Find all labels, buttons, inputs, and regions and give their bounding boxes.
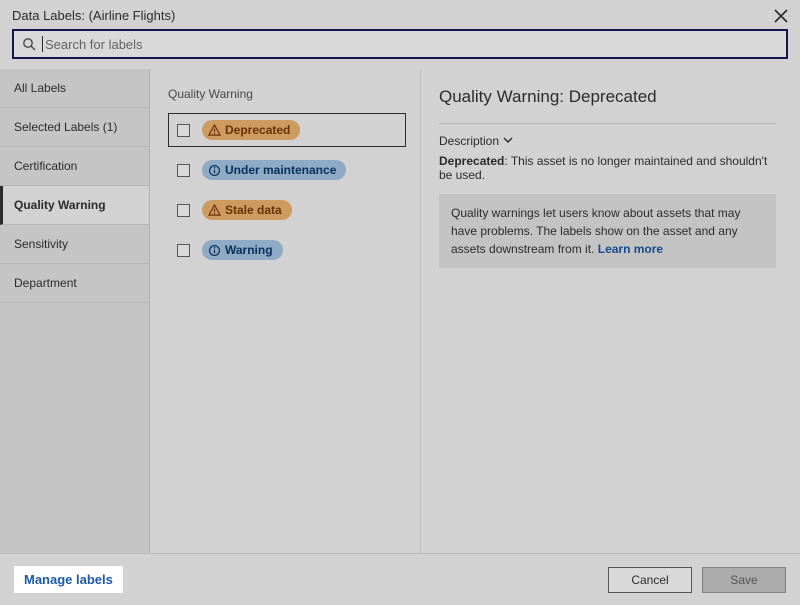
- sidebar-item-label: Certification: [14, 159, 77, 173]
- info-box-text: Quality warnings let users know about as…: [451, 206, 740, 256]
- info-icon: [208, 164, 221, 177]
- label-pill: Stale data: [202, 200, 292, 220]
- sidebar-item-quality-warning[interactable]: Quality Warning: [0, 186, 149, 225]
- label-row-stale-data[interactable]: Stale data: [168, 193, 406, 227]
- learn-more-link[interactable]: Learn more: [598, 242, 663, 256]
- sidebar-item-label: Sensitivity: [14, 237, 68, 251]
- sidebar-item-department[interactable]: Department: [0, 264, 149, 303]
- checkbox[interactable]: [177, 204, 190, 217]
- warning-icon: [208, 204, 221, 217]
- label-pill-text: Stale data: [225, 203, 282, 217]
- description-toggle[interactable]: Description: [439, 134, 513, 148]
- description-toggle-label: Description: [439, 134, 499, 148]
- manage-labels-link[interactable]: Manage labels: [14, 566, 123, 593]
- checkbox[interactable]: [177, 164, 190, 177]
- cancel-button[interactable]: Cancel: [608, 567, 692, 593]
- checkbox[interactable]: [177, 244, 190, 257]
- label-list-column: Quality Warning Deprecated Under mainten…: [150, 69, 420, 553]
- label-pill: Deprecated: [202, 120, 300, 140]
- category-sidebar: All Labels Selected Labels (1) Certifica…: [0, 69, 150, 553]
- dialog-body: All Labels Selected Labels (1) Certifica…: [0, 69, 800, 553]
- sidebar-item-selected-labels[interactable]: Selected Labels (1): [0, 108, 149, 147]
- search-container: [0, 29, 800, 69]
- sidebar-item-all-labels[interactable]: All Labels: [0, 69, 149, 108]
- chevron-down-icon: [503, 134, 513, 148]
- info-box: Quality warnings let users know about as…: [439, 194, 776, 268]
- label-row-warning[interactable]: Warning: [168, 233, 406, 267]
- label-row-under-maintenance[interactable]: Under maintenance: [168, 153, 406, 187]
- detail-title: Quality Warning: Deprecated: [439, 87, 776, 107]
- label-pill-text: Warning: [225, 243, 273, 257]
- close-icon[interactable]: [774, 9, 788, 23]
- description-body: Deprecated: This asset is no longer main…: [439, 154, 776, 182]
- warning-icon: [208, 124, 221, 137]
- text-caret: [42, 36, 43, 52]
- divider: [439, 123, 776, 124]
- label-pill-text: Under maintenance: [225, 163, 336, 177]
- label-pill: Warning: [202, 240, 283, 260]
- sidebar-item-label: Selected Labels (1): [14, 120, 117, 134]
- sidebar-item-label: Quality Warning: [14, 198, 106, 212]
- dialog-title: Data Labels: (Airline Flights): [12, 8, 175, 23]
- titlebar: Data Labels: (Airline Flights): [0, 0, 800, 29]
- data-labels-dialog: Data Labels: (Airline Flights) All Label…: [0, 0, 800, 605]
- sidebar-item-label: All Labels: [14, 81, 66, 95]
- detail-column: Quality Warning: Deprecated Description …: [420, 69, 800, 553]
- search-input[interactable]: [45, 37, 778, 52]
- search-box[interactable]: [12, 29, 788, 59]
- label-pill: Under maintenance: [202, 160, 346, 180]
- sidebar-item-label: Department: [14, 276, 77, 290]
- search-icon: [22, 37, 36, 51]
- info-icon: [208, 244, 221, 257]
- label-list-heading: Quality Warning: [168, 87, 406, 101]
- save-button[interactable]: Save: [702, 567, 786, 593]
- checkbox[interactable]: [177, 124, 190, 137]
- sidebar-item-sensitivity[interactable]: Sensitivity: [0, 225, 149, 264]
- dialog-footer: Manage labels Cancel Save: [0, 553, 800, 605]
- description-strong: Deprecated: [439, 154, 504, 168]
- label-pill-text: Deprecated: [225, 123, 290, 137]
- sidebar-item-certification[interactable]: Certification: [0, 147, 149, 186]
- label-row-deprecated[interactable]: Deprecated: [168, 113, 406, 147]
